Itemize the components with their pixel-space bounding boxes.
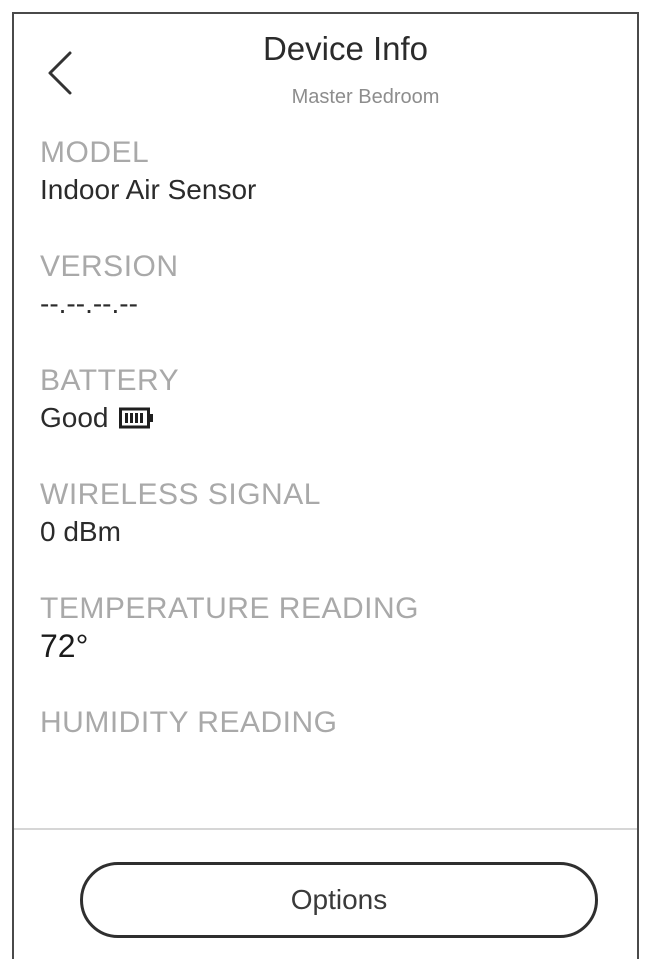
model-value-text: Indoor Air Sensor (40, 174, 257, 205)
battery-full-icon (118, 407, 153, 429)
version-label: VERSION (40, 250, 179, 283)
model-label: MODEL (40, 136, 150, 169)
bottom-bar: Options (14, 828, 637, 959)
temperature-value: 72° (40, 628, 617, 664)
humidity-label: HUMIDITY READING (40, 706, 338, 739)
battery-value-text: Good (40, 402, 109, 433)
wireless-signal-value: 0 dBm (40, 514, 617, 550)
model-field: MODEL Indoor Air Sensor (40, 134, 617, 208)
battery-value: Good (40, 400, 617, 436)
wireless-signal-value-text: 0 dBm (40, 516, 121, 547)
device-details[interactable]: MODEL Indoor Air Sensor VERSION --.--.--… (40, 134, 617, 814)
temperature-label: TEMPERATURE READING (40, 592, 419, 625)
version-field: VERSION --.--.--.-- (40, 248, 617, 322)
humidity-field: HUMIDITY READING (40, 704, 617, 742)
wireless-signal-label: WIRELESS SIGNAL (40, 478, 321, 511)
version-value: --.--.--.-- (40, 286, 617, 322)
version-value-text: --.--.--.-- (40, 288, 138, 319)
options-button[interactable]: Options (80, 862, 598, 938)
model-value: Indoor Air Sensor (40, 172, 617, 208)
page-subtitle: Master Bedroom (291, 86, 440, 108)
temperature-value-text: 72° (40, 628, 89, 664)
device-info-screen: Device Info Master Bedroom MODEL Indoor … (12, 12, 639, 959)
page-title: Device Info (262, 30, 429, 67)
wireless-signal-field: WIRELESS SIGNAL 0 dBm (40, 476, 617, 550)
battery-field: BATTERY Good (40, 362, 617, 436)
battery-label: BATTERY (40, 364, 180, 397)
header: Device Info Master Bedroom (14, 14, 637, 124)
temperature-field: TEMPERATURE READING 72° (40, 590, 617, 664)
